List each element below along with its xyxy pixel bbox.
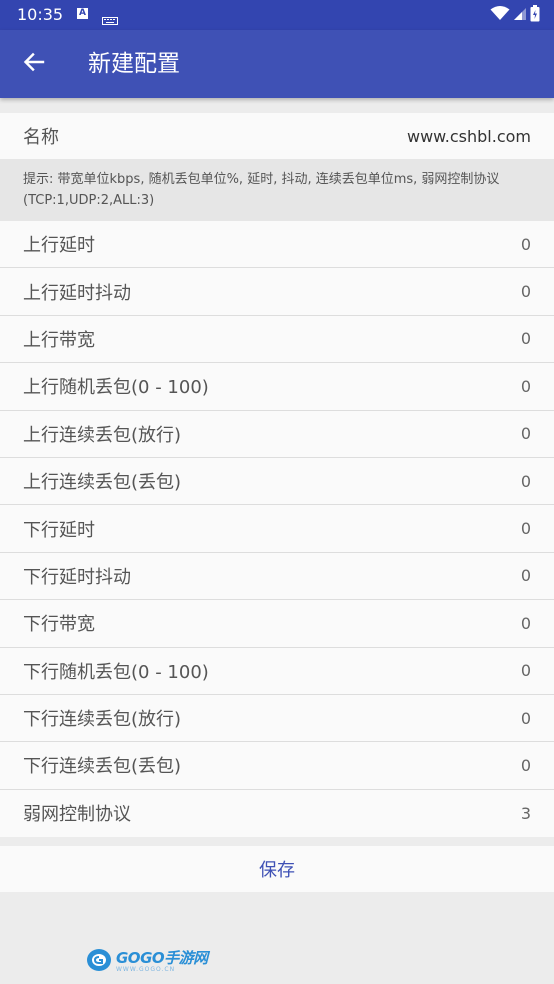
setting-row[interactable]: 下行延时抖动 0: [0, 553, 554, 601]
setting-row[interactable]: 下行带宽 0: [0, 600, 554, 648]
setting-value: 0: [520, 471, 531, 491]
setting-value: 0: [520, 424, 531, 444]
status-time: 10:35: [17, 5, 64, 24]
setting-label: 上行延时: [23, 235, 95, 257]
setting-label: 下行随机丢包(0 - 100): [23, 661, 209, 683]
save-button[interactable]: 保存: [0, 846, 554, 892]
setting-label: 下行连续丢包(丢包): [23, 756, 182, 778]
setting-value: 0: [520, 708, 531, 728]
setting-label: 下行延时抖动: [23, 566, 131, 588]
setting-row[interactable]: 上行连续丢包(丢包) 0: [0, 458, 554, 506]
hint-box: 提示: 带宽单位kbps, 随机丢包单位%, 延时, 抖动, 连续丢包单位ms,…: [0, 159, 554, 221]
keyboard-icon: [102, 10, 118, 25]
gogo-logo-icon: [86, 948, 112, 976]
arrow-back-icon: [23, 51, 45, 77]
setting-label: 下行连续丢包(放行): [23, 709, 182, 731]
setting-value: 0: [520, 755, 531, 775]
setting-row[interactable]: 上行延时抖动 0: [0, 268, 554, 316]
name-row[interactable]: 名称 www.cshbl.com: [0, 113, 554, 159]
setting-value: 0: [520, 329, 531, 349]
setting-row[interactable]: 下行延时 0: [0, 505, 554, 553]
setting-value: 0: [520, 282, 531, 302]
setting-row[interactable]: 上行延时 0: [0, 221, 554, 269]
setting-label: 上行连续丢包(丢包): [23, 472, 182, 494]
name-label: 名称: [23, 127, 59, 148]
setting-value: 0: [520, 234, 531, 254]
setting-row[interactable]: 弱网控制协议 3: [0, 790, 554, 837]
setting-value: 0: [520, 566, 531, 586]
wifi-icon: [490, 5, 510, 25]
gogo-watermark-logo: GOGO手游网 WWW.GOGO.CN: [86, 948, 208, 976]
setting-value: 0: [520, 376, 531, 396]
setting-label: 弱网控制协议: [23, 804, 131, 826]
app-bar: 新建配置: [0, 30, 554, 98]
setting-label: 上行带宽: [23, 329, 95, 351]
save-label: 保存: [259, 860, 295, 881]
setting-row[interactable]: 下行连续丢包(放行) 0: [0, 695, 554, 743]
setting-row[interactable]: 上行带宽 0: [0, 316, 554, 364]
setting-label: 下行延时: [23, 519, 95, 541]
setting-value: 0: [520, 661, 531, 681]
watermark-subtext: WWW.GOGO.CN: [116, 966, 176, 973]
setting-label: 上行随机丢包(0 - 100): [23, 377, 209, 399]
setting-label: 下行带宽: [23, 614, 95, 636]
name-value: www.cshbl.com: [406, 126, 531, 146]
setting-label: 上行连续丢包(放行): [23, 424, 182, 446]
status-bar: 10:35 A: [0, 0, 554, 30]
setting-row[interactable]: 下行随机丢包(0 - 100) 0: [0, 648, 554, 695]
setting-row[interactable]: 上行随机丢包(0 - 100) 0: [0, 363, 554, 411]
battery-icon: [530, 4, 540, 26]
setting-value: 0: [520, 519, 531, 539]
status-icons: [490, 4, 540, 26]
watermark-text: GOGO手游网: [116, 949, 208, 967]
setting-row[interactable]: 上行连续丢包(放行) 0: [0, 411, 554, 458]
setting-value: 3: [520, 803, 531, 823]
settings-list: 上行延时 0 上行延时抖动 0 上行带宽 0 上行随机丢包(0 - 100) 0 上行连续丢包(…: [0, 221, 554, 838]
back-button[interactable]: [14, 44, 54, 84]
setting-label: 上行延时抖动: [23, 282, 131, 304]
hint-text: 提示: 带宽单位kbps, 随机丢包单位%, 延时, 抖动, 连续丢包单位ms,…: [23, 172, 500, 208]
setting-value: 0: [520, 613, 531, 633]
page-title: 新建配置: [88, 51, 180, 77]
setting-row[interactable]: 下行连续丢包(丢包) 0: [0, 742, 554, 790]
a-notification-icon: A: [77, 8, 88, 19]
signal-icon: [513, 6, 527, 25]
